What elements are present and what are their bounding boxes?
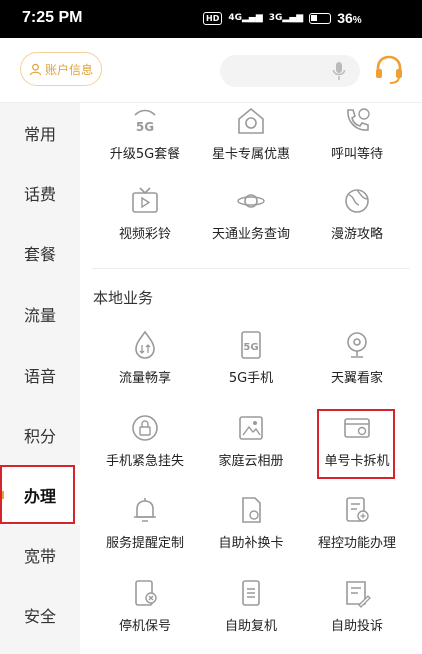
sidebar-item-voice[interactable]: 语音 (0, 345, 80, 405)
grid-item-self-resume[interactable]: 自助复机 (199, 577, 303, 634)
sidebar-item-common[interactable]: 常用 (0, 103, 80, 163)
call-wait-icon (341, 105, 373, 137)
hd-icon: HD (203, 11, 223, 25)
complaint-icon (341, 577, 373, 609)
svg-text:5G: 5G (136, 120, 154, 134)
grid-item-family-cloud[interactable]: 家庭云相册 (199, 412, 303, 469)
signal-4g-icon: 4G▂▄▆ (228, 13, 263, 23)
category-sidebar: 常用 话费 套餐 流量 语音 积分 办理 宽带 安全 (0, 103, 80, 654)
section-title-local: 本地业务 (93, 289, 154, 307)
doc-add-icon (341, 494, 373, 526)
5g-icon: 5G (129, 105, 161, 137)
grid-item-self-complaint[interactable]: 自助投诉 (305, 577, 409, 634)
photo-icon (235, 412, 267, 444)
grid-item-upgrade-5g[interactable]: 5G 升级5G套餐 (93, 105, 197, 162)
status-time: 7:25 PM (22, 9, 83, 26)
account-info-button[interactable]: 账户信息 (20, 52, 102, 86)
highlight-box-card-remove (317, 409, 395, 479)
grid-item-service-reminder[interactable]: 服务提醒定制 (93, 494, 197, 551)
star-card-icon (235, 105, 267, 137)
status-indicators: HD 4G▂▄▆ 3G▂▄▆ 36% (203, 10, 362, 26)
service-grid: 5G 升级5G套餐 星卡专属优惠 呼叫等待 视频彩铃 天通业务查询 漫游攻略 本… (80, 103, 422, 654)
sidebar-item-bill[interactable]: 话费 (0, 163, 80, 223)
section-divider (92, 268, 410, 269)
sidebar-item-data[interactable]: 流量 (0, 284, 80, 344)
sidebar-item-security[interactable]: 安全 (0, 585, 80, 645)
highlight-box-sidebar (0, 465, 75, 524)
user-icon (29, 63, 42, 76)
sim-icon (235, 494, 267, 526)
header: 账户信息 (0, 38, 422, 103)
mic-icon[interactable] (332, 61, 346, 81)
sidebar-item-broadband[interactable]: 宽带 (0, 525, 80, 585)
sidebar-item-points[interactable]: 积分 (0, 405, 80, 465)
grid-item-suspend-keep-number[interactable]: 停机保号 (93, 577, 197, 634)
grid-item-roaming[interactable]: 漫游攻略 (305, 185, 409, 242)
grid-item-self-replace-card[interactable]: 自助补换卡 (199, 494, 303, 551)
headset-icon[interactable] (374, 54, 404, 86)
grid-item-call-wait[interactable]: 呼叫等待 (305, 105, 409, 162)
phone-stop-icon (129, 577, 161, 609)
battery-percent: 36% (337, 10, 362, 26)
sidebar-item-plan[interactable]: 套餐 (0, 223, 80, 283)
camera-icon (341, 329, 373, 361)
account-info-label: 账户信息 (44, 62, 93, 77)
grid-item-data-enjoy[interactable]: 流量畅享 (93, 329, 197, 386)
grid-item-tiantong[interactable]: 天通业务查询 (199, 185, 303, 242)
globe-icon (341, 185, 373, 217)
data-drop-icon (129, 329, 161, 361)
bell-icon (129, 494, 161, 526)
status-bar: 7:25 PM HD 4G▂▄▆ 3G▂▄▆ 36% (0, 0, 422, 38)
grid-item-program-control[interactable]: 程控功能办理 (305, 494, 409, 551)
grid-item-video-ring[interactable]: 视频彩铃 (93, 185, 197, 242)
signal-3g-icon: 3G▂▄▆ (268, 13, 304, 23)
grid-item-home-watch[interactable]: 天翼看家 (305, 329, 409, 386)
phone-resume-icon (235, 577, 267, 609)
grid-item-5g-phone[interactable]: 5G 5G手机 (199, 329, 303, 386)
battery-icon (309, 12, 332, 24)
grid-item-emergency-lost[interactable]: 手机紧急挂失 (93, 412, 197, 469)
svg-text:5G: 5G (243, 342, 258, 353)
grid-item-star-card[interactable]: 星卡专属优惠 (199, 105, 303, 162)
tv-icon (129, 185, 161, 217)
satellite-icon (235, 185, 267, 217)
search-input[interactable] (220, 55, 360, 87)
5g-phone-icon: 5G (235, 329, 267, 361)
lock-icon (129, 412, 161, 444)
